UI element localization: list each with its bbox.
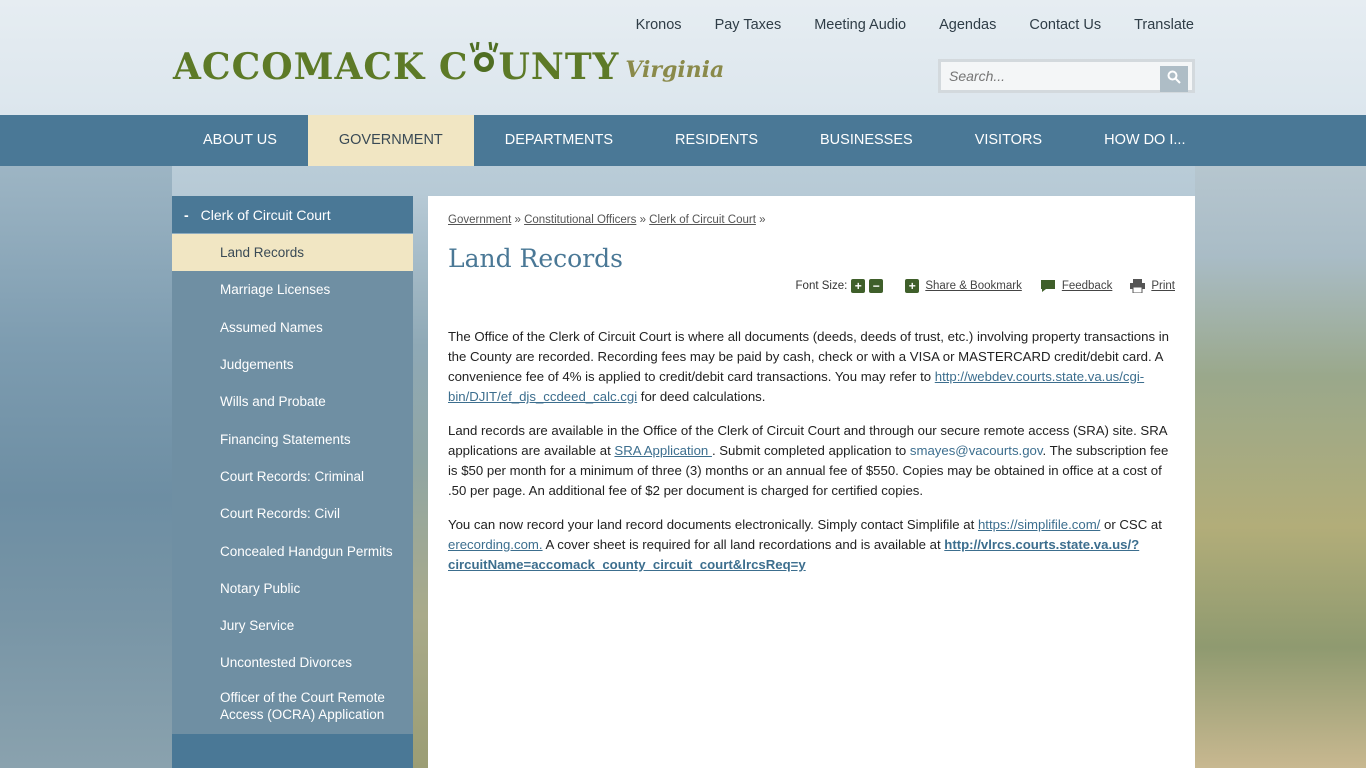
simplifile-link[interactable]: https://simplifile.com/ — [978, 517, 1100, 532]
nav-visitors[interactable]: Visitors — [944, 115, 1073, 166]
sidebar-item-land-records[interactable]: Land Records — [172, 234, 413, 272]
sidebar-heading-label: Clerk of Circuit Court — [200, 206, 331, 223]
feedback-link[interactable]: Feedback — [1062, 280, 1113, 292]
breadcrumb: Government » Constitutional Officers » C… — [448, 214, 766, 226]
paragraph-recording-fees: The Office of the Clerk of Circuit Court… — [448, 327, 1175, 407]
county-logo[interactable]: ACCOMACK C UNTY Virginia — [173, 32, 724, 92]
sidebar-item-notary-public[interactable]: Notary Public — [172, 570, 413, 607]
print-link[interactable]: Print — [1151, 280, 1175, 292]
sidebar-item-wills-probate[interactable]: Wills and Probate — [172, 383, 413, 420]
logo-text-2: UNTY — [498, 46, 620, 88]
sidebar-heading[interactable]: - Clerk of Circuit Court — [172, 196, 413, 234]
sidebar-item-ocra[interactable]: Officer of the Court Remote Access (OCRA… — [172, 682, 413, 730]
page-tools: Font Size: + − + Share & Bookmark Feedba… — [448, 279, 1175, 293]
search-box — [938, 59, 1195, 93]
erecording-link[interactable]: erecording.com. — [448, 537, 543, 552]
background-left — [0, 166, 172, 768]
sidebar-item-judgements[interactable]: Judgements — [172, 346, 413, 383]
search-input[interactable] — [941, 62, 1157, 90]
crab-icon — [469, 40, 499, 92]
paragraph-2-mid: . Submit completed application to — [711, 443, 910, 458]
font-increase-icon[interactable]: + — [851, 279, 866, 293]
feedback-icon[interactable] — [1040, 279, 1056, 293]
paragraph-3-mid1: or CSC at — [1100, 517, 1162, 532]
font-size-label: Font Size: — [795, 280, 848, 292]
collapse-icon[interactable]: - — [184, 207, 189, 223]
page-title: Land Records — [448, 244, 624, 273]
link-contact-us[interactable]: Contact Us — [1029, 16, 1101, 34]
sidebar: - Clerk of Circuit Court Land Records Ma… — [172, 196, 413, 768]
link-pay-taxes[interactable]: Pay Taxes — [715, 16, 782, 34]
sidebar-footer — [172, 734, 413, 768]
link-meeting-audio[interactable]: Meeting Audio — [814, 16, 906, 34]
search-icon — [1167, 70, 1181, 89]
background-right — [1195, 166, 1366, 768]
site-header: ACCOMACK C UNTY Virginia Kronos Pay Taxe… — [0, 0, 1366, 115]
sidebar-item-assumed-names[interactable]: Assumed Names — [172, 309, 413, 346]
paragraph-1-end: for deed calculations. — [637, 389, 766, 404]
paragraph-3-mid2: A cover sheet is required for all land r… — [542, 537, 945, 552]
share-icon[interactable]: + — [905, 279, 920, 293]
link-translate[interactable]: Translate — [1134, 16, 1194, 34]
font-decrease-icon[interactable]: − — [869, 279, 884, 293]
nav-about-us[interactable]: About Us — [172, 115, 308, 166]
breadcrumb-government[interactable]: Government — [448, 214, 511, 226]
breadcrumb-constitutional-officers[interactable]: Constitutional Officers — [524, 214, 636, 226]
logo-subtitle: Virginia — [625, 57, 725, 83]
search-button[interactable] — [1160, 66, 1188, 92]
paragraph-e-recording: You can now record your land record docu… — [448, 515, 1175, 575]
sidebar-item-court-records-civil[interactable]: Court Records: Civil — [172, 495, 413, 532]
nav-residents[interactable]: Residents — [644, 115, 789, 166]
main-content: Government » Constitutional Officers » C… — [428, 196, 1195, 768]
sidebar-item-uncontested-divorces[interactable]: Uncontested Divorces — [172, 644, 413, 681]
email-link[interactable]: smayes@vacourts.gov — [910, 443, 1043, 458]
sra-application-link[interactable]: SRA Application — [614, 443, 712, 458]
nav-businesses[interactable]: Businesses — [789, 115, 944, 166]
logo-text-1: ACCOMACK C — [173, 46, 469, 88]
paragraph-3-text: You can now record your land record docu… — [448, 517, 978, 532]
breadcrumb-clerk[interactable]: Clerk of Circuit Court — [649, 214, 756, 226]
sidebar-item-court-records-criminal[interactable]: Court Records: Criminal — [172, 458, 413, 495]
utility-links: Kronos Pay Taxes Meeting Audio Agendas C… — [603, 16, 1194, 34]
paragraph-sra: Land records are available in the Office… — [448, 421, 1175, 501]
nav-how-do-i[interactable]: How Do I... — [1073, 115, 1216, 166]
nav-departments[interactable]: Departments — [474, 115, 644, 166]
link-agendas[interactable]: Agendas — [939, 16, 996, 34]
sidebar-item-marriage-licenses[interactable]: Marriage Licenses — [172, 271, 413, 308]
sidebar-item-concealed-handgun[interactable]: Concealed Handgun Permits — [172, 532, 413, 569]
sidebar-item-jury-service[interactable]: Jury Service — [172, 607, 413, 644]
link-kronos[interactable]: Kronos — [636, 16, 682, 34]
sidebar-item-financing-statements[interactable]: Financing Statements — [172, 420, 413, 457]
main-navigation: About Us Government Departments Resident… — [0, 115, 1366, 166]
share-bookmark-link[interactable]: Share & Bookmark — [925, 280, 1022, 292]
nav-government[interactable]: Government — [307, 115, 474, 166]
print-icon[interactable] — [1130, 279, 1146, 293]
